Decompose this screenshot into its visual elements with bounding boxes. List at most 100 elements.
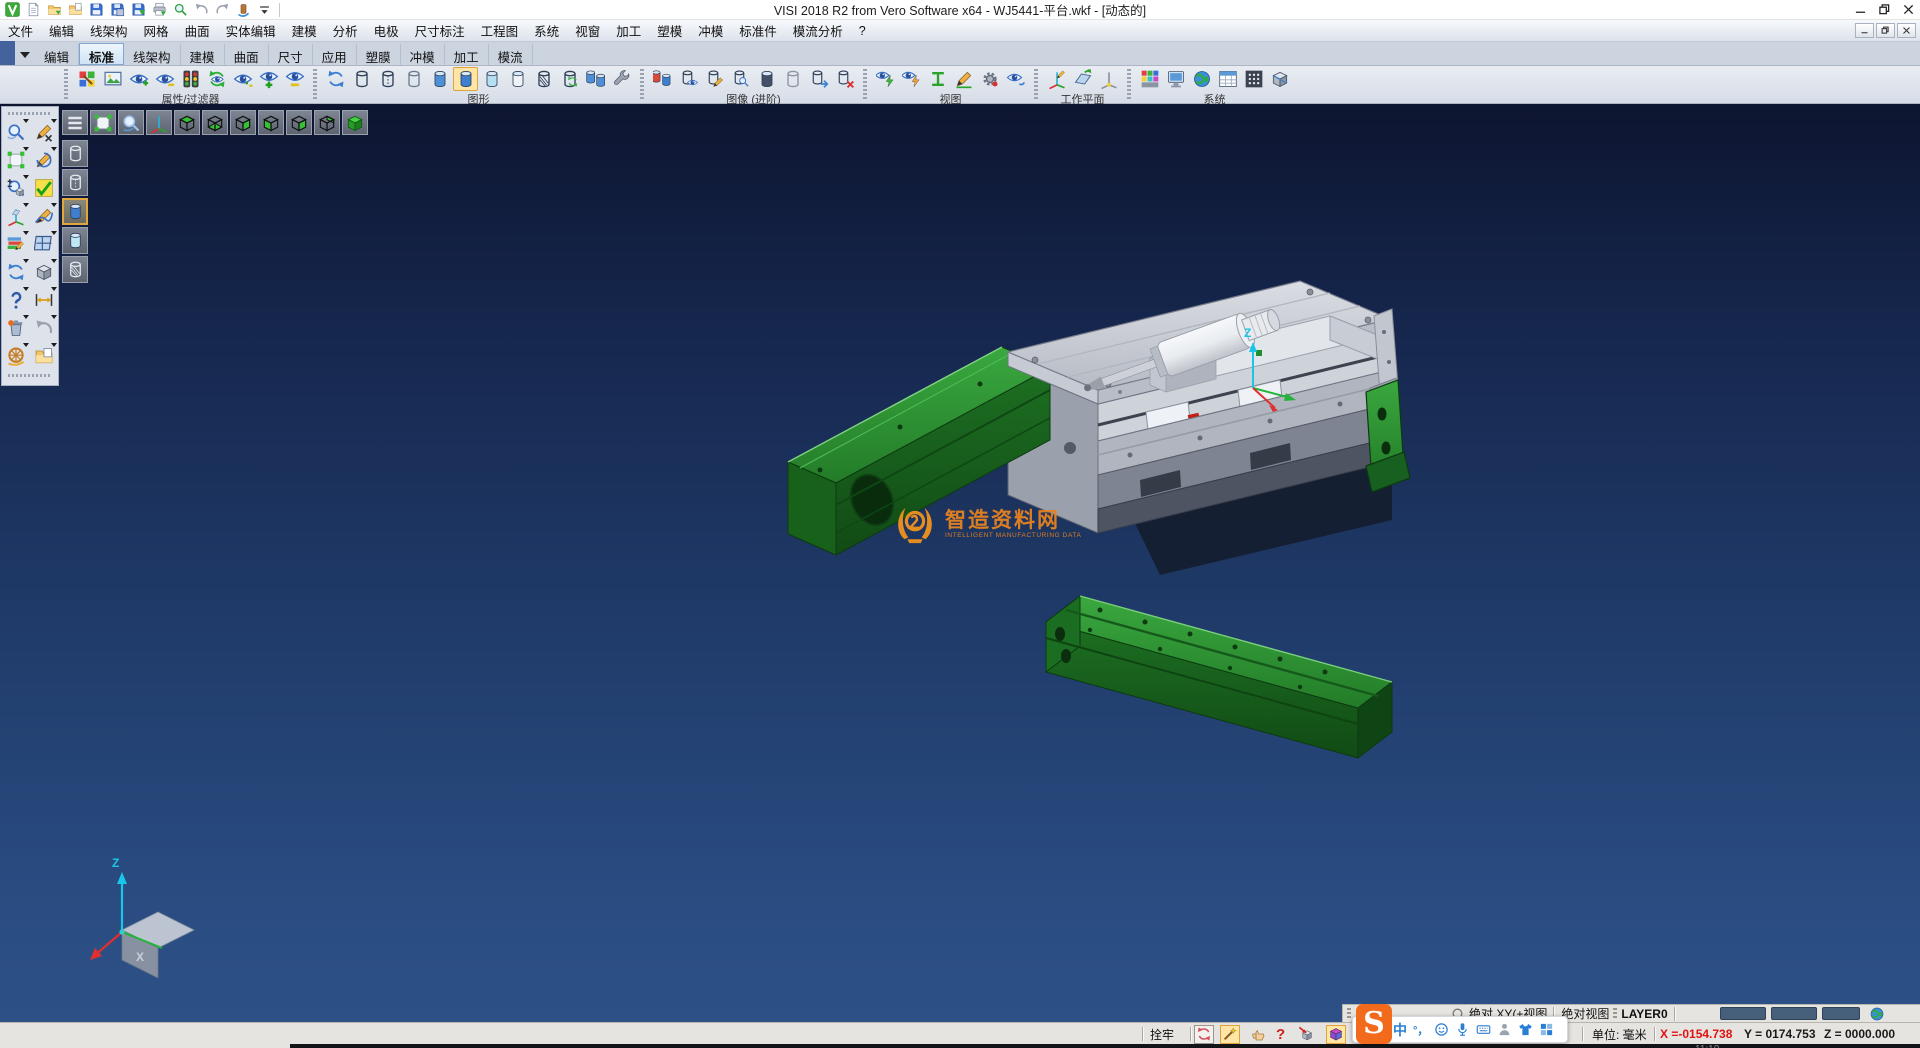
cpl-cube-icon[interactable] [1326,1025,1346,1044]
restore-button[interactable] [1872,0,1896,19]
toolbar-options-dropdown[interactable] [255,1,273,18]
ime-keyboard-icon[interactable] [1476,1022,1491,1037]
entity-info-icon[interactable] [3,286,29,314]
undo-icon[interactable] [192,1,210,18]
save-all-icon[interactable] [129,1,147,18]
shaded-edges-display-icon[interactable] [453,67,478,91]
lower-green-rail[interactable] [1046,596,1392,758]
close-button[interactable] [1896,0,1920,19]
material-pair-icon[interactable] [650,67,675,91]
minimize-button[interactable] [1848,0,1872,19]
static-view-icon[interactable] [899,67,924,91]
hatched-mode-icon[interactable] [62,256,88,283]
print-icon[interactable] [150,1,168,18]
menu-solid-edit[interactable]: 实体编辑 [218,18,284,43]
menu-wireframe[interactable]: 线架构 [82,18,136,43]
smart-filter-icon[interactable] [1220,1025,1240,1044]
view-iso-icon[interactable] [342,110,368,135]
menu-mould[interactable]: 塑模 [649,18,690,43]
shaded-mode-icon[interactable] [62,198,88,225]
layer-color-swatch-2[interactable] [1771,1007,1817,1020]
menu-dimension[interactable]: 尺寸标注 [407,18,473,43]
tab-progress[interactable]: 冲模 [401,44,445,65]
workplane-view-icon[interactable] [925,67,950,91]
menu-system[interactable]: 系统 [526,18,567,43]
delete-image-icon[interactable] [832,67,857,91]
show-all-icon[interactable] [256,67,281,91]
confirm-selection-icon[interactable] [31,174,57,202]
tab-application[interactable]: 应用 [313,44,357,65]
menu-help[interactable]: ? [851,21,874,41]
new-file-icon[interactable] [24,1,42,18]
export-image-icon[interactable] [806,67,831,91]
display-settings-icon[interactable] [609,67,634,91]
palette-grip[interactable] [8,112,52,115]
outline-material-icon[interactable] [780,67,805,91]
tab-dimension[interactable]: 尺寸 [269,44,313,65]
ime-profile-icon[interactable] [1497,1022,1512,1037]
view-right-icon[interactable] [230,110,256,135]
macro-record-icon[interactable] [234,1,252,18]
refresh-graphics-icon[interactable] [323,67,348,91]
workplane-create-icon[interactable] [1044,67,1069,91]
open-file-icon[interactable] [45,1,63,18]
mdi-close-button[interactable] [1897,23,1916,38]
menu-mesh[interactable]: 网格 [136,18,177,43]
tab-list-dropdown[interactable] [15,44,35,65]
tab-edit[interactable]: 编辑 [35,44,79,65]
menu-window[interactable]: 视窗 [567,18,608,43]
wireframe-mode-icon[interactable] [62,140,88,167]
pick-mode-icon[interactable] [1248,1025,1268,1044]
sketch-view-icon[interactable] [951,67,976,91]
tab-modeling[interactable]: 建模 [181,44,225,65]
snap-refresh-icon[interactable] [1194,1025,1214,1044]
attribute-edit-icon[interactable] [74,67,99,91]
ime-toolbox-icon[interactable] [1539,1022,1554,1037]
undo-last-icon[interactable] [31,314,57,342]
wireframe-display-icon[interactable] [349,67,374,91]
layer-color-swatch-1[interactable] [1720,1007,1766,1020]
system-render-icon[interactable] [1267,67,1292,91]
shade-solid-icon[interactable] [31,258,57,286]
ribbon-grip[interactable] [1034,69,1038,100]
flat-display-icon[interactable] [505,67,530,91]
system-matrix-icon[interactable] [1241,67,1266,91]
hide-remove-filter-icon[interactable] [152,67,177,91]
ribbon-grip[interactable] [640,69,644,100]
menu-file[interactable]: 文件 [0,18,41,43]
mdi-restore-button[interactable] [1876,23,1895,38]
zoom-dynamic-icon[interactable] [118,110,144,135]
tab-surface[interactable]: 曲面 [225,44,269,65]
lock-toggle[interactable]: 拴牢 [1150,1023,1174,1045]
view-top-icon[interactable] [174,110,200,135]
freehand-sketch-icon[interactable] [31,202,57,230]
image-inspect-icon[interactable] [728,67,753,91]
view-navigator-icon[interactable] [3,342,29,370]
redo-icon[interactable] [213,1,231,18]
graphics-viewport[interactable]: Z Z X 智造资料网 INTELLIGENT MANUFACTURING DA… [0,104,1920,1022]
view-settings-icon[interactable] [977,67,1002,91]
ribbon-grip[interactable] [1127,69,1131,100]
open-part-icon[interactable] [31,342,57,370]
print-preview-icon[interactable] [171,1,189,18]
ribbon-grip[interactable] [863,69,867,100]
menu-surface[interactable]: 曲面 [177,18,218,43]
hidden-removed-display-icon[interactable] [401,67,426,91]
insert-file-icon[interactable] [66,1,84,18]
tab-machining[interactable]: 加工 [445,44,489,65]
view-refresh-icon[interactable] [1003,67,1028,91]
show-add-filter-icon[interactable] [126,67,151,91]
menu-flow-analysis[interactable]: 模流分析 [785,18,851,43]
save-as-icon[interactable] [108,1,126,18]
selection-zoom-icon[interactable] [3,118,29,146]
attribute-books-icon[interactable] [3,230,29,258]
translucent-display-icon[interactable] [479,67,504,91]
menu-modeling[interactable]: 建模 [284,18,325,43]
system-display-icon[interactable] [1163,67,1188,91]
context-help-icon[interactable]: ? [1276,1023,1285,1045]
regenerate-icon[interactable] [3,258,29,286]
layer-color-swatch-3[interactable] [1822,1007,1860,1020]
menu-electrode[interactable]: 电极 [366,18,407,43]
toggle-visibility-icon[interactable] [230,67,255,91]
hide-all-icon[interactable] [282,67,307,91]
